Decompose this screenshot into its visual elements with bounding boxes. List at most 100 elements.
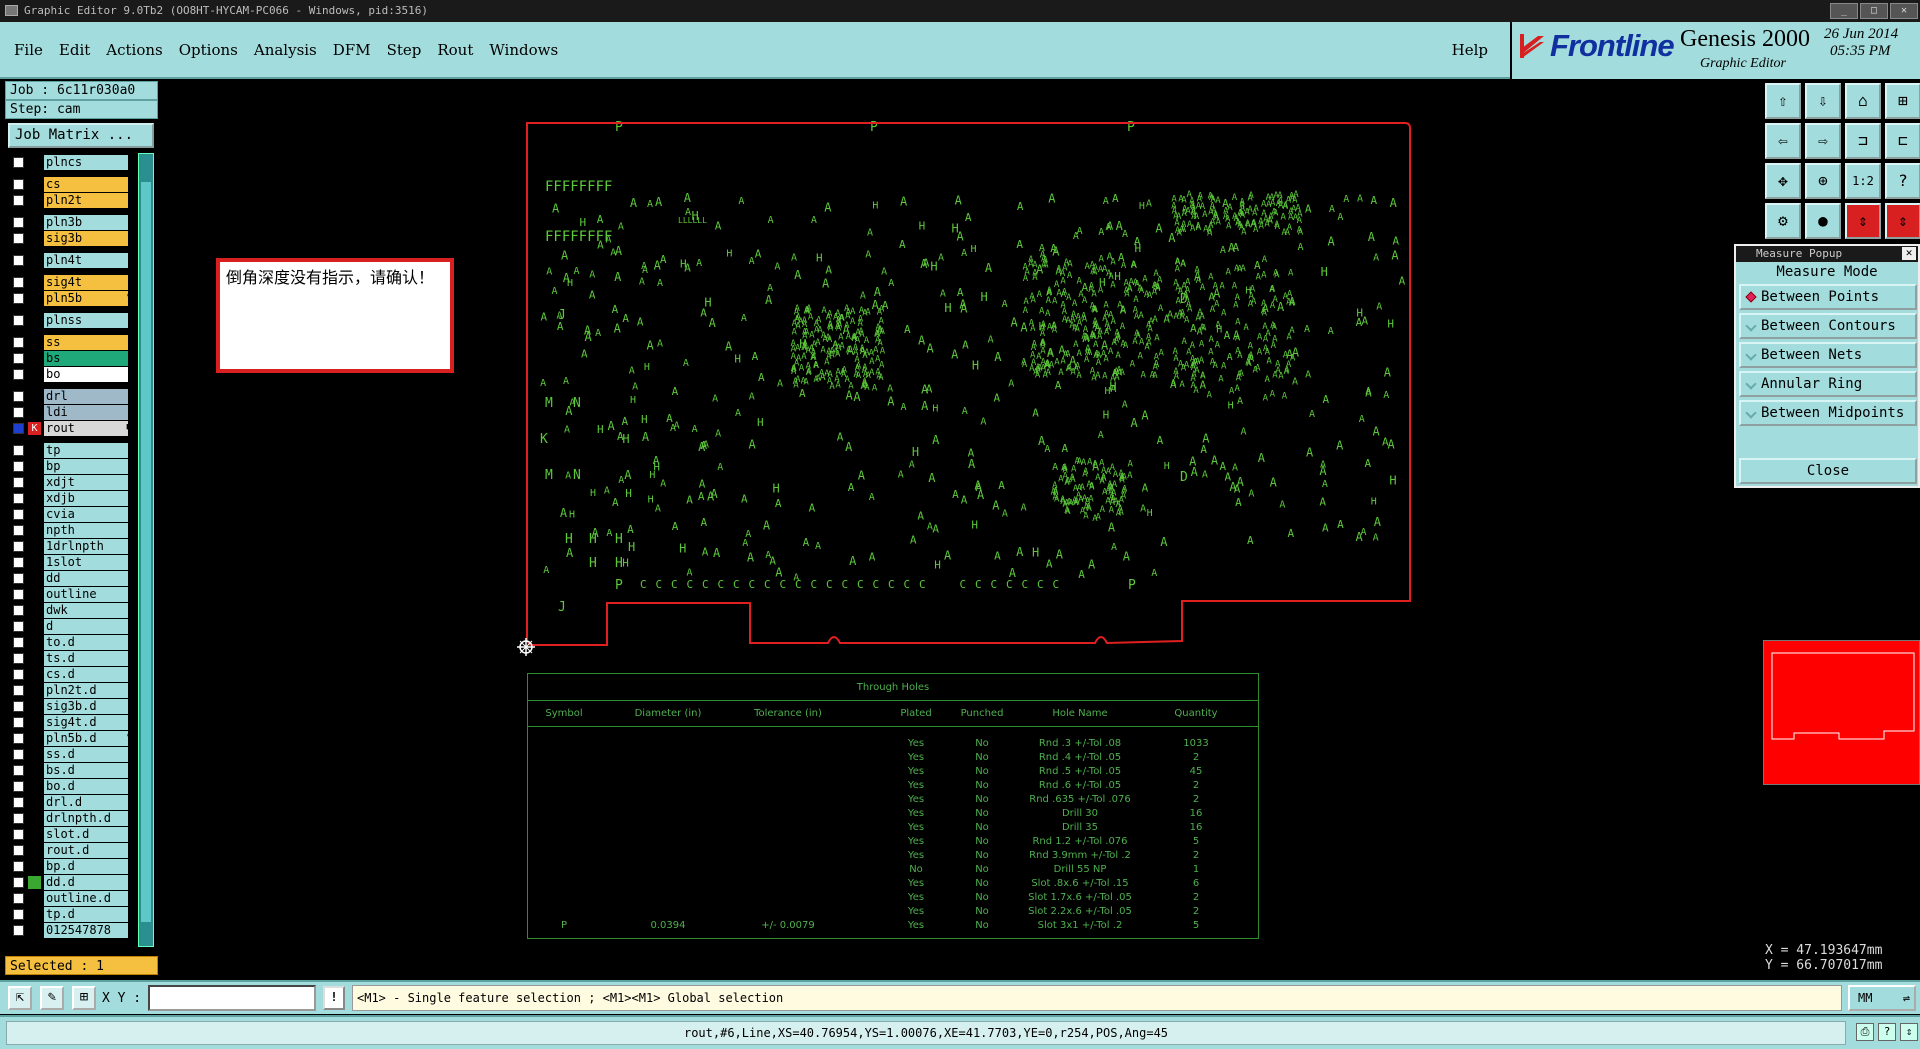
layer-checkbox[interactable]: [13, 217, 24, 228]
scrollbar-thumb[interactable]: [141, 182, 151, 922]
menu-rout[interactable]: Rout: [437, 41, 473, 59]
layer-row-drl.d[interactable]: drl.d: [8, 795, 134, 810]
menu-dfm[interactable]: DFM: [333, 41, 371, 59]
layer-row-to.d[interactable]: to.d: [8, 635, 134, 650]
layer-scrollbar[interactable]: [138, 153, 154, 947]
grid-tool-icon[interactable]: ⊞: [72, 986, 96, 1010]
layer-checkbox[interactable]: [13, 685, 24, 696]
help-menu[interactable]: Help: [1452, 41, 1488, 59]
minimap[interactable]: [1763, 640, 1920, 785]
help-status-icon[interactable]: ?: [1878, 1023, 1896, 1041]
layer-row-npth[interactable]: npth: [8, 523, 134, 538]
layer-checkbox[interactable]: [13, 509, 24, 520]
layer-row-dwk[interactable]: dwk: [8, 603, 134, 618]
home-up-icon[interactable]: ⇧: [1765, 83, 1801, 119]
layer-checkbox[interactable]: [13, 293, 24, 304]
layer-row-outline[interactable]: outline: [8, 587, 134, 602]
info-button[interactable]: !: [323, 986, 345, 1010]
layer-row-slot.d[interactable]: slot.d: [8, 827, 134, 842]
layer-checkbox[interactable]: [13, 461, 24, 472]
route-icon[interactable]: ⊐: [1845, 123, 1881, 159]
layer-row-rout.d[interactable]: rout.d: [8, 843, 134, 858]
measure-icon[interactable]: ⇕: [1845, 203, 1881, 239]
layer-row-bo.d[interactable]: bo.d: [8, 779, 134, 794]
gear-icon[interactable]: ⚙: [1765, 203, 1801, 239]
measure-close-button[interactable]: Close: [1739, 458, 1917, 484]
layer-checkbox[interactable]: [13, 733, 24, 744]
layer-checkbox[interactable]: [13, 391, 24, 402]
layer-checkbox[interactable]: [13, 589, 24, 600]
menu-analysis[interactable]: Analysis: [254, 41, 317, 59]
layer-checkbox[interactable]: [13, 573, 24, 584]
menu-actions[interactable]: Actions: [106, 41, 162, 59]
layer-checkbox[interactable]: [13, 701, 24, 712]
layer-checkbox[interactable]: [13, 669, 24, 680]
layer-checkbox[interactable]: [13, 909, 24, 920]
layer-checkbox[interactable]: [13, 315, 24, 326]
layer-row-dd[interactable]: dd: [8, 571, 134, 586]
xy-input[interactable]: [148, 985, 316, 1011]
arrows-icon[interactable]: ⇕: [1900, 1023, 1918, 1041]
printer-icon[interactable]: ⎙: [1856, 1023, 1874, 1041]
layer-checkbox[interactable]: [13, 845, 24, 856]
layer-row-pln5b[interactable]: pln5b ✎: [8, 291, 134, 306]
layer-row-sig4t.d[interactable]: sig4t.d: [8, 715, 134, 730]
home-icon[interactable]: ⌂: [1845, 83, 1881, 119]
close-window-button[interactable]: ✕: [1890, 3, 1918, 19]
select-tool-icon[interactable]: ⇱: [8, 986, 32, 1010]
layer-row-outline.d[interactable]: outline.d: [8, 891, 134, 906]
layer-row-drlnpth.d[interactable]: drlnpth.d: [8, 811, 134, 826]
layer-row-cs[interactable]: cs: [8, 177, 134, 192]
menu-file[interactable]: File: [14, 41, 43, 59]
fit-icon[interactable]: ✥: [1765, 163, 1801, 199]
layer-checkbox[interactable]: [13, 353, 24, 364]
layer-row-ts.d[interactable]: ts.d: [8, 651, 134, 666]
layer-row-012547878[interactable]: 012547878: [8, 923, 134, 938]
layer-row-ss.d[interactable]: ss.d: [8, 747, 134, 762]
layer-checkbox[interactable]: [13, 925, 24, 936]
layer-row-bp[interactable]: bp: [8, 459, 134, 474]
layer-row-tp.d[interactable]: tp.d: [8, 907, 134, 922]
layer-row-pln2t.d[interactable]: pln2t.d: [8, 683, 134, 698]
layer-row-pln2t[interactable]: pln2t: [8, 193, 134, 208]
layer-checkbox[interactable]: [13, 893, 24, 904]
layer-checkbox[interactable]: [13, 525, 24, 536]
layer-row-ss[interactable]: ss: [8, 335, 134, 350]
job-matrix-button[interactable]: Job Matrix ...: [8, 123, 154, 148]
layer-row-d[interactable]: d: [8, 619, 134, 634]
layer-row-sig4t[interactable]: sig4t: [8, 275, 134, 290]
layer-checkbox[interactable]: [13, 765, 24, 776]
layer-row-1drlnpth[interactable]: 1drlnpth: [8, 539, 134, 554]
layer-checkbox[interactable]: [13, 605, 24, 616]
layer-row-xdjt[interactable]: xdjt: [8, 475, 134, 490]
layer-checkbox[interactable]: [13, 829, 24, 840]
menu-edit[interactable]: Edit: [59, 41, 90, 59]
layer-row-bp.d[interactable]: bp.d: [8, 859, 134, 874]
pan-right-icon[interactable]: ⇨: [1805, 123, 1841, 159]
layer-checkbox[interactable]: [13, 445, 24, 456]
layer-checkbox[interactable]: [13, 797, 24, 808]
maximize-button[interactable]: □: [1860, 3, 1888, 19]
layer-checkbox[interactable]: [13, 557, 24, 568]
menu-windows[interactable]: Windows: [489, 41, 558, 59]
layer-checkbox[interactable]: [13, 749, 24, 760]
layer-checkbox[interactable]: [13, 717, 24, 728]
layer-checkbox[interactable]: [13, 407, 24, 418]
layer-checkbox[interactable]: [13, 337, 24, 348]
draw-tool-icon[interactable]: ✎: [40, 986, 64, 1010]
layer-checkbox[interactable]: [13, 255, 24, 266]
snap-icon[interactable]: ⊏: [1885, 123, 1920, 159]
menu-step[interactable]: Step: [387, 41, 422, 59]
layer-row-dd.d[interactable]: dd.d: [8, 875, 134, 890]
layer-row-1slot[interactable]: 1slot: [8, 555, 134, 570]
layer-checkbox[interactable]: [13, 423, 24, 434]
layer-row-sig3b.d[interactable]: sig3b.d: [8, 699, 134, 714]
layer-row-pln4t[interactable]: pln4t: [8, 253, 134, 268]
layer-row-drl[interactable]: drl: [8, 389, 134, 404]
measure-popup-close-icon[interactable]: ✕: [1902, 247, 1916, 260]
layer-checkbox[interactable]: [13, 277, 24, 288]
measure-option-between-midpoints[interactable]: Between Midpoints: [1739, 400, 1917, 426]
zoom-icon[interactable]: ⊕: [1805, 163, 1841, 199]
layer-row-ldi[interactable]: ldi: [8, 405, 134, 420]
split-window-icon[interactable]: ⊞: [1885, 83, 1920, 119]
